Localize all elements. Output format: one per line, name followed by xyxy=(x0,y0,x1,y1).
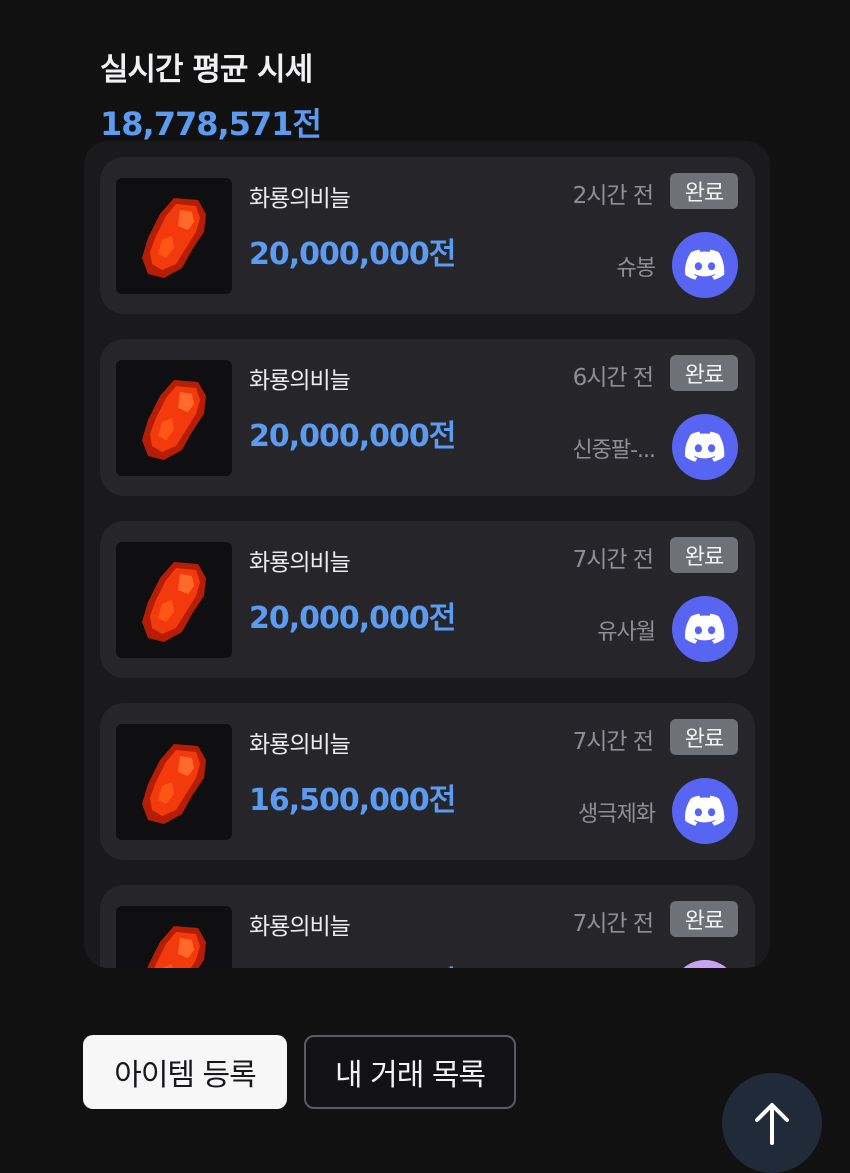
listing-time: 6시간 전 xyxy=(572,365,654,391)
item-price: 17,000,000전 xyxy=(249,957,456,968)
market-header: 실시간 평균 시세 18,778,571전 xyxy=(100,44,322,145)
item-thumbnail xyxy=(116,906,232,968)
listing-card[interactable]: 화룡의비늘 20,000,000전 6시간 전 완료 신중팔-... xyxy=(100,339,755,496)
listing-time: 7시간 전 xyxy=(572,911,654,937)
scale-item-icon xyxy=(142,380,206,460)
scale-item-icon xyxy=(142,744,206,824)
item-name: 화룡의비늘 xyxy=(249,368,351,394)
seller-name: 생극제화 xyxy=(578,802,656,827)
listing-time: 2시간 전 xyxy=(572,183,654,209)
page-title: 실시간 평균 시세 xyxy=(100,52,313,88)
scroll-to-top-button[interactable] xyxy=(722,1073,822,1173)
item-thumbnail xyxy=(116,542,232,658)
discord-contact-button[interactable] xyxy=(672,960,738,968)
scale-item-icon xyxy=(147,926,206,968)
seller-name: 슈봉 xyxy=(616,256,656,281)
item-name: 화룡의비늘 xyxy=(249,550,351,576)
discord-contact-button[interactable] xyxy=(672,596,738,662)
status-badge: 완료 xyxy=(670,537,738,573)
discord-icon xyxy=(685,795,725,826)
item-thumbnail xyxy=(116,360,232,476)
discord-contact-button[interactable] xyxy=(672,232,738,298)
listing-time: 7시간 전 xyxy=(572,547,654,573)
item-price: 20,000,000전 xyxy=(249,419,456,454)
scale-item-icon xyxy=(142,198,206,278)
scale-item-icon xyxy=(142,562,206,642)
average-price: 18,778,571전 xyxy=(100,105,322,143)
item-price: 20,000,000전 xyxy=(249,237,456,272)
item-price: 20,000,000전 xyxy=(249,601,456,636)
status-badge: 완료 xyxy=(670,355,738,391)
discord-icon xyxy=(685,249,725,280)
item-name: 화룡의비늘 xyxy=(249,914,351,940)
listing-card[interactable]: 화룡의비늘 16,500,000전 7시간 전 완료 생극제화 xyxy=(100,703,755,860)
item-thumbnail xyxy=(116,724,232,840)
item-name: 화룡의비늘 xyxy=(249,186,351,212)
discord-icon xyxy=(685,613,725,644)
seller-name: 유사월 xyxy=(597,620,656,645)
arrow-up-icon xyxy=(755,1103,789,1145)
register-item-button[interactable]: 아이템 등록 xyxy=(83,1035,287,1109)
discord-icon xyxy=(685,431,725,462)
listing-card[interactable]: 화룡의비늘 20,000,000전 2시간 전 완료 슈봉 xyxy=(100,157,755,314)
status-badge: 완료 xyxy=(670,173,738,209)
discord-contact-button[interactable] xyxy=(672,414,738,480)
item-price: 16,500,000전 xyxy=(249,783,456,818)
listing-card[interactable]: 화룡의비늘 20,000,000전 7시간 전 완료 유사월 xyxy=(100,521,755,678)
status-badge: 완료 xyxy=(670,719,738,755)
item-name: 화룡의비늘 xyxy=(249,732,351,758)
item-thumbnail xyxy=(116,178,232,294)
my-trades-button[interactable]: 내 거래 목록 xyxy=(304,1035,516,1109)
listing-time: 7시간 전 xyxy=(572,729,654,755)
trade-list[interactable]: 화룡의비늘 20,000,000전 2시간 전 완료 슈봉 화룡의비늘 20,0… xyxy=(84,141,770,968)
listing-card[interactable]: 화룡의비늘 17,000,000전 7시간 전 완료 xyxy=(100,885,755,968)
discord-contact-button[interactable] xyxy=(672,778,738,844)
seller-name: 신중팔-... xyxy=(572,438,656,463)
status-badge: 완료 xyxy=(670,901,738,937)
